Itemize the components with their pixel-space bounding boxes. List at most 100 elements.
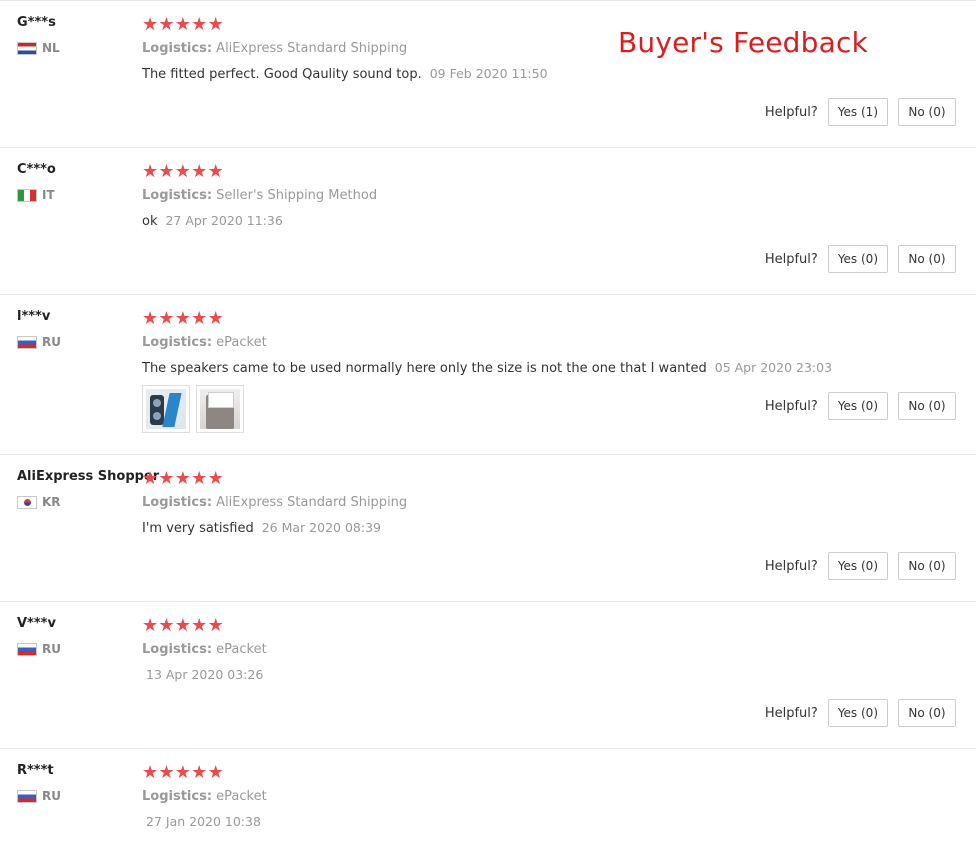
helpful-yes-button[interactable]: Yes (0)	[827, 392, 888, 420]
star-rating: ★ ★ ★ ★ ★	[142, 615, 224, 636]
review-item: R***t RU ★ ★ ★ ★ ★ Logistics: ePacket 27 Jan…	[0, 749, 976, 849]
review-feedback: 13 Apr 2020 03:26	[142, 667, 263, 683]
helpful-label: Helpful?	[764, 558, 818, 574]
helpful-label: Helpful?	[764, 251, 818, 267]
helpful-yes-button[interactable]: Yes (0)	[827, 245, 888, 273]
helpful-vote: Helpful? Yes (0) No (0)	[765, 699, 956, 727]
country-code: IT	[42, 188, 55, 202]
helpful-yes-button[interactable]: Yes (0)	[827, 552, 888, 580]
star-icon: ★	[158, 308, 175, 329]
helpful-no-button[interactable]: No (0)	[898, 552, 956, 580]
star-icon: ★	[191, 308, 208, 329]
logistics-info: Logistics: ePacket	[142, 789, 267, 804]
review-item: V***v RU ★ ★ ★ ★ ★ Logistics: ePacket 13 Apr…	[0, 602, 976, 749]
reviewer-name: AliExpress Shopper	[17, 469, 160, 484]
star-icon: ★	[174, 468, 191, 489]
logistics-label: Logistics:	[142, 642, 213, 657]
logistics-method: Seller's Shipping Method	[216, 188, 378, 203]
star-rating: ★ ★ ★ ★ ★	[142, 468, 224, 489]
reviewer-name: R***t	[17, 763, 54, 778]
country-code: RU	[42, 789, 61, 803]
review-text: ok	[142, 214, 158, 229]
logistics-info: Logistics: ePacket	[142, 642, 267, 657]
star-icon: ★	[158, 762, 175, 783]
review-feedback: The speakers came to be used normally he…	[142, 360, 832, 376]
review-date: 13 Apr 2020 03:26	[146, 667, 264, 682]
review-feedback: I'm very satisfied 26 Mar 2020 08:39	[142, 520, 381, 536]
reviewer-name: G***s	[17, 15, 56, 30]
logistics-method: ePacket	[216, 642, 267, 657]
logistics-label: Logistics:	[142, 188, 213, 203]
helpful-no-button[interactable]: No (0)	[898, 98, 956, 126]
logistics-label: Logistics:	[142, 495, 213, 510]
review-date: 26 Mar 2020 08:39	[261, 520, 381, 535]
helpful-vote: Helpful? Yes (0) No (0)	[765, 392, 956, 420]
star-icon: ★	[207, 615, 224, 636]
helpful-no-button[interactable]: No (0)	[898, 699, 956, 727]
star-icon: ★	[174, 161, 191, 182]
country-code: RU	[42, 335, 61, 349]
review-item: AliExpress Shopper KR ★ ★ ★ ★ ★ Logistics: A…	[0, 455, 976, 602]
star-icon: ★	[191, 14, 208, 35]
flag-ru-icon	[17, 642, 37, 656]
speaker-photo	[146, 389, 186, 429]
helpful-vote: Helpful? Yes (1) No (0)	[765, 98, 956, 126]
reviewer-country: RU	[17, 334, 61, 350]
helpful-yes-button[interactable]: Yes (1)	[827, 98, 888, 126]
flag-ru-icon	[17, 335, 37, 349]
star-rating: ★ ★ ★ ★ ★	[142, 161, 224, 182]
star-icon: ★	[142, 762, 159, 783]
logistics-method: ePacket	[216, 335, 267, 350]
star-icon: ★	[142, 14, 159, 35]
star-rating: ★ ★ ★ ★ ★	[142, 308, 224, 329]
reviewer-name: V***v	[17, 616, 56, 631]
star-icon: ★	[158, 161, 175, 182]
helpful-label: Helpful?	[764, 398, 818, 414]
review-item: C***o IT ★ ★ ★ ★ ★ Logistics: Seller's Shipp…	[0, 148, 976, 295]
reviewer-country: RU	[17, 788, 61, 804]
review-photos	[142, 385, 244, 433]
logistics-label: Logistics:	[142, 41, 213, 56]
star-icon: ★	[142, 468, 159, 489]
logistics-label: Logistics:	[142, 335, 213, 350]
helpful-label: Helpful?	[764, 705, 818, 721]
star-icon: ★	[142, 308, 159, 329]
flag-ru-icon	[17, 789, 37, 803]
star-rating: ★ ★ ★ ★ ★	[142, 14, 224, 35]
helpful-yes-button[interactable]: Yes (0)	[827, 699, 888, 727]
package-photo	[200, 389, 240, 429]
helpful-no-button[interactable]: No (0)	[898, 392, 956, 420]
logistics-label: Logistics:	[142, 789, 213, 804]
review-item: G***s NL ★ ★ ★ ★ ★ Logistics: AliExpress Sta…	[0, 1, 976, 148]
logistics-info: Logistics: ePacket	[142, 335, 267, 350]
reviewer-country: IT	[17, 187, 55, 203]
review-photo-thumbnail[interactable]	[196, 385, 244, 433]
reviewer-country: RU	[17, 641, 61, 657]
reviewer-name: C***o	[17, 162, 56, 177]
country-code: KR	[42, 495, 61, 509]
review-date: 05 Apr 2020 23:03	[714, 360, 833, 375]
helpful-no-button[interactable]: No (0)	[898, 245, 956, 273]
star-icon: ★	[191, 468, 208, 489]
review-date: 27 Apr 2020 11:36	[165, 213, 283, 228]
helpful-vote: Helpful? Yes (0) No (0)	[765, 245, 956, 273]
helpful-label: Helpful?	[764, 104, 818, 120]
star-icon: ★	[207, 14, 224, 35]
star-icon: ★	[174, 308, 191, 329]
star-icon: ★	[174, 14, 191, 35]
star-icon: ★	[191, 615, 208, 636]
review-text: The speakers came to be used normally he…	[142, 361, 707, 376]
country-code: NL	[42, 41, 60, 55]
star-icon: ★	[174, 615, 191, 636]
reviewer-country: KR	[17, 494, 61, 510]
flag-nl-icon	[17, 41, 37, 55]
logistics-method: AliExpress Standard Shipping	[216, 41, 408, 56]
review-photo-thumbnail[interactable]	[142, 385, 190, 433]
logistics-info: Logistics: AliExpress Standard Shipping	[142, 495, 407, 510]
star-icon: ★	[158, 615, 175, 636]
review-date: 27 Jan 2020 10:38	[146, 814, 261, 829]
star-icon: ★	[207, 308, 224, 329]
review-date: 09 Feb 2020 11:50	[429, 66, 548, 81]
star-rating: ★ ★ ★ ★ ★	[142, 762, 224, 783]
flag-it-icon	[17, 188, 37, 202]
